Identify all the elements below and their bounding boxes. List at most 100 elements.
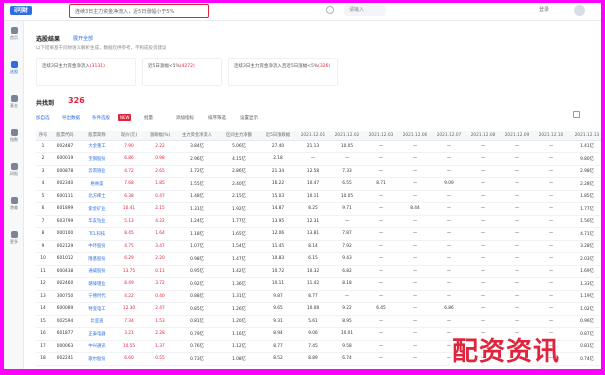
table-cell: — — [466, 190, 500, 203]
export-data-button[interactable]: 导出数据 — [62, 115, 80, 121]
sidebar-item-report[interactable]: 研报 — [6, 161, 22, 179]
stock-name-link[interactable]: 格林美 — [80, 177, 114, 191]
stock-name-link[interactable]: 紫金矿业 — [80, 202, 114, 216]
condition-card[interactable]: 连续3日主力资金净流入且近5日涨幅<5%(326) — [228, 58, 338, 86]
stock-name-link[interactable]: 歌尔股份 — [80, 352, 114, 366]
stock-name-link[interactable]: 北方稀土 — [80, 190, 114, 203]
column-header[interactable]: 序号 — [36, 131, 50, 141]
search-input[interactable]: 连续3日主力资金净流入，近5日涨幅小于5% — [69, 4, 209, 18]
condition-card[interactable]: 近5日涨幅<5%(4272) — [142, 58, 222, 86]
table-cell: 1.55亿 — [176, 177, 218, 191]
table-cell: — — [432, 165, 466, 178]
table-row[interactable]: 6 601899 紫金矿业 10.41 2.15 1.31亿 1.92亿 14.87 8.25 9… — [36, 202, 601, 216]
table-row[interactable]: 9 002129 中环股份 4.75 3.47 1.07亿 1.54亿 11.45 8.14 7.… — [36, 240, 601, 253]
column-header[interactable]: 现价(元) — [114, 131, 144, 141]
condition-pick-button[interactable]: 条件选股 — [92, 115, 110, 121]
column-header[interactable]: 2021.12.09 — [500, 131, 534, 141]
stock-name-link[interactable]: 比亚迪 — [80, 315, 114, 328]
sidebar-item-more[interactable]: 更多 — [6, 229, 22, 247]
table-row[interactable]: 15 002594 比亚迪 7.34 1.53 0.81亿 1.20亿 9.31 5.61 8.9… — [36, 315, 601, 328]
table-cell: 000878 — [50, 165, 80, 178]
table-row[interactable]: 12 002460 赣锋锂业 8.49 3.72 0.92亿 1.36亿 10.11 11.42… — [36, 277, 601, 291]
table-cell: 0.55 — [144, 352, 176, 366]
column-header[interactable]: 2021.12.02 — [330, 131, 364, 141]
table-row[interactable]: 2 600019 宝钢股份 6.86 0.98 2.96亿 4.15亿 2.18— — — — — — —… — [36, 152, 601, 166]
table-cell: — — [364, 140, 398, 153]
sidebar-item-stock-picker[interactable]: 选股 — [6, 59, 22, 77]
table-cell: 7.87 — [330, 227, 364, 241]
sidebar-item-index[interactable]: 指数 — [6, 127, 22, 145]
column-header[interactable]: 股票代码 — [50, 131, 80, 141]
column-header[interactable]: 区间主力净额 — [218, 131, 260, 141]
table-cell: — — [432, 290, 466, 303]
column-header[interactable]: 2021.12.06 — [398, 131, 432, 141]
column-header[interactable]: 近5日涨跌幅 — [260, 131, 296, 141]
column-header[interactable]: 2021.12.10 — [534, 131, 568, 141]
table-row[interactable]: 8 000100 TCL科技 8.45 1.64 1.18亿 1.65亿 12.06 13.81… — [36, 227, 601, 241]
table-row[interactable]: 3 000878 云南铜业 4.72 2.65 1.72亿 2.86亿 21.34 12.58 7… — [36, 165, 601, 178]
table-cell: — — [466, 290, 500, 303]
download-icon[interactable] — [573, 111, 580, 118]
sidebar-item-fund[interactable]: 基金 — [6, 93, 22, 111]
table-cell: — — [466, 252, 500, 266]
expand-all-link[interactable]: 展开全部 — [73, 35, 93, 42]
stock-name-link[interactable]: 宁德时代 — [80, 290, 114, 303]
table-row[interactable]: 11 600438 通威股份 13.75 0.11 0.95亿 1.42亿 10.72 10.3… — [36, 265, 601, 278]
table-cell: 0.92亿 — [176, 277, 218, 291]
column-header[interactable]: 涨跌幅(%) — [144, 131, 176, 141]
table-cell: 0.88亿 — [176, 290, 218, 303]
table-cell: — — [398, 352, 432, 366]
stock-name-link[interactable]: 赣锋锂业 — [80, 277, 114, 291]
stock-name-link[interactable]: 通威股份 — [80, 265, 114, 278]
sidebar-item-label: 首页 — [10, 35, 18, 40]
stock-name-link[interactable]: 华友钴业 — [80, 215, 114, 228]
table-cell: — — [398, 290, 432, 303]
stock-name-link[interactable]: 宝钢股份 — [80, 152, 114, 166]
stock-name-link[interactable]: 中环股份 — [80, 240, 114, 253]
column-header[interactable]: 2021.12.13 — [568, 131, 601, 141]
table-cell: — — [534, 277, 568, 291]
column-header[interactable]: 股票简称 — [80, 131, 114, 141]
sort-filter-button[interactable]: 排序筛选 — [208, 115, 226, 121]
add-watchlist-button[interactable]: 加自选 — [36, 115, 50, 121]
stock-name-link[interactable]: 大金重工 — [80, 140, 114, 153]
table-cell: 2.15 — [144, 202, 176, 216]
secondary-search-input[interactable]: 请输入 — [344, 5, 386, 16]
stock-name-link[interactable]: 云南铜业 — [80, 165, 114, 178]
stock-name-link[interactable]: 中兴通讯 — [80, 340, 114, 353]
column-header[interactable]: 2021.12.03 — [364, 131, 398, 141]
stock-name-link[interactable]: 特变电工 — [80, 302, 114, 316]
table-cell: — — [398, 152, 432, 166]
table-row[interactable]: 14 600089 特变电工 12.30 2.47 0.85亿 1.26亿 9.65 10.08… — [36, 302, 601, 316]
login-link[interactable]: 登录 — [539, 6, 549, 13]
search-icon[interactable] — [326, 6, 334, 14]
home-icon — [10, 27, 18, 34]
stock-name-link[interactable]: TCL科技 — [80, 227, 114, 241]
column-header[interactable]: 主力资金净流入 — [176, 131, 218, 141]
add-metric-button[interactable]: 添加指标 — [176, 115, 194, 121]
batch-button[interactable]: 批量 — [144, 115, 153, 121]
stock-name-link[interactable]: 正泰电器 — [80, 327, 114, 341]
table-row[interactable]: 4 002340 格林美 7.68 1.85 1.55亿 2.40亿 16.22 10.47 6.… — [36, 177, 601, 191]
table-row[interactable]: 10 601012 隆基股份 6.29 2.20 0.98亿 1.47亿 10.83 6.15 9… — [36, 252, 601, 266]
sidebar-item-home[interactable]: 首页 — [6, 25, 22, 43]
table-cell: 12 — [36, 277, 50, 291]
sidebar-item-global[interactable]: 港美 — [6, 195, 22, 213]
condition-card[interactable]: 连续3日主力资金净流入(3131) — [36, 58, 136, 86]
column-header[interactable]: 2021.12.01 — [296, 131, 330, 141]
avatar[interactable] — [574, 5, 585, 16]
table-cell: 8.18 — [330, 277, 364, 291]
table-row[interactable]: 7 603799 华友钴业 5.13 4.22 1.24亿 1.77亿 13.95 12.31—… — [36, 215, 601, 228]
table-row[interactable]: 1 002487 大金重工 7.90 2.22 3.84亿 5.06亿 27.40 21.13 1… — [36, 140, 601, 153]
stock-name-link[interactable]: 隆基股份 — [80, 252, 114, 266]
display-settings-button[interactable]: 设置显示 — [240, 115, 258, 121]
table-cell: — — [364, 227, 398, 241]
table-cell: 2.98亿 — [568, 165, 601, 178]
column-header[interactable]: 2021.12.08 — [466, 131, 500, 141]
table-row[interactable]: 13 300750 宁德时代 4.22 0.40 0.88亿 1.31亿 9.87 8.77— —… — [36, 290, 601, 303]
column-header[interactable]: 2021.12.07 — [432, 131, 466, 141]
logo[interactable]: i问财 — [10, 6, 32, 15]
table-cell: 2.65 — [144, 165, 176, 178]
condition-text: 连续3日主力资金净流入 — [42, 64, 90, 69]
table-row[interactable]: 5 600111 北方稀土 6.38 0.47 1.48亿 2.15亿 15.03 10.11 1… — [36, 190, 601, 203]
